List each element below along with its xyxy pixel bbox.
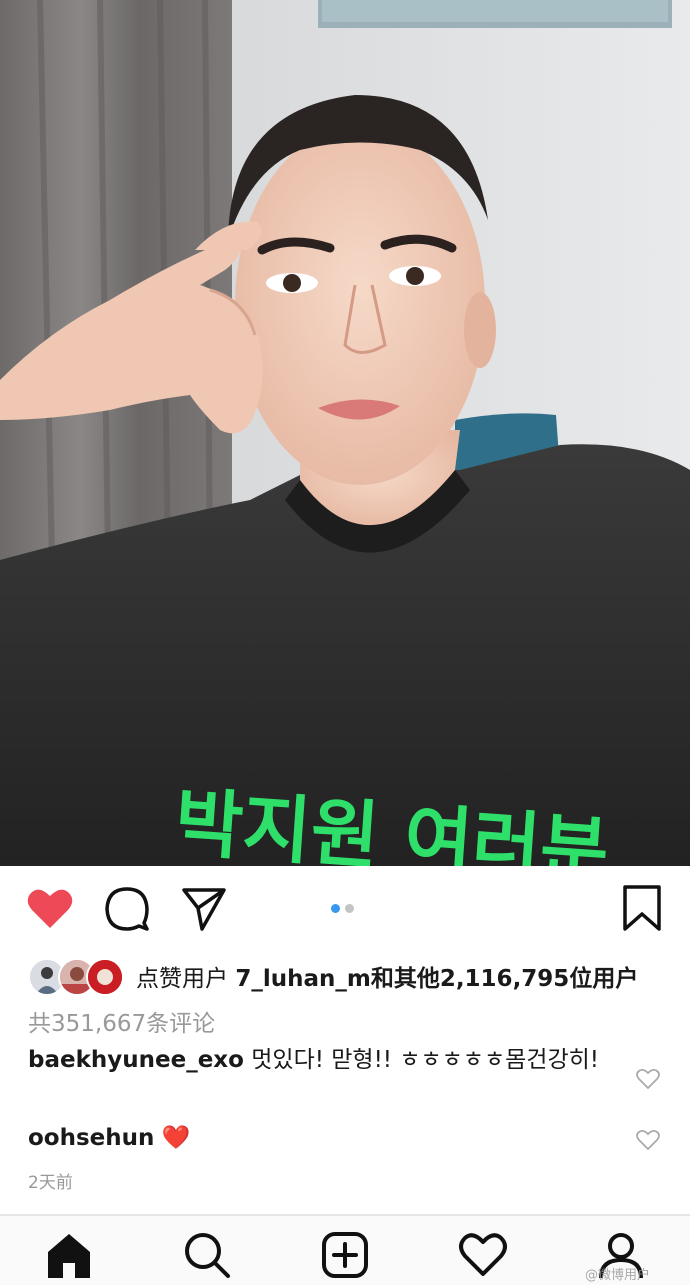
comment-text: ❤️ <box>154 1125 191 1151</box>
comment-like-icon[interactable] <box>636 1129 660 1151</box>
carousel-dot-active <box>331 904 340 913</box>
likes-row[interactable]: 点赞用户 7_luhan_m和其他2,116,795位用户 <box>28 956 638 996</box>
search-icon[interactable] <box>182 1230 232 1280</box>
bottom-navigation: @微博用户 <box>0 1214 690 1285</box>
comment-item: baekhyunee_exo 멋있다! 맏형!! ㅎㅎㅎㅎㅎ몸건강히! <box>28 1043 608 1077</box>
comment-username[interactable]: baekhyunee_exo <box>28 1047 244 1073</box>
liker-avatars <box>28 958 124 996</box>
comment-username[interactable]: oohsehun <box>28 1125 154 1151</box>
instagram-post-screen: 박지원 여러분 点赞用户 7_luhan_m和其他2,116,795位用户 共3… <box>0 0 690 1285</box>
post-photo[interactable]: 박지원 여러분 <box>0 0 690 866</box>
likes-prefix: 点赞用户 <box>136 966 236 992</box>
heart-filled-icon[interactable] <box>26 886 74 930</box>
comment-text: 멋있다! 맏형!! ㅎㅎㅎㅎㅎ몸건강히! <box>243 1047 599 1073</box>
comment-like-icon[interactable] <box>636 1068 660 1090</box>
likes-summary: 点赞用户 7_luhan_m和其他2,116,795位用户 <box>136 959 638 993</box>
likes-suffix: 位用户 <box>569 966 639 992</box>
post-timestamp: 2天前 <box>28 1173 73 1193</box>
comment-bubble-icon[interactable] <box>104 886 150 932</box>
add-post-icon[interactable] <box>320 1230 370 1280</box>
likes-connector: 和其他 <box>370 966 440 992</box>
selfie-illustration: 박지원 여러분 <box>0 0 690 866</box>
comment-item: oohsehun ❤️ <box>28 1121 608 1155</box>
home-icon[interactable] <box>44 1230 94 1280</box>
weibo-watermark: @微博用户 <box>584 1268 650 1283</box>
avatar <box>86 958 124 996</box>
carousel-dot <box>345 904 354 913</box>
likes-count[interactable]: 2,116,795 <box>440 966 570 992</box>
liker-username[interactable]: 7_luhan_m <box>235 966 371 992</box>
post-action-bar <box>0 866 690 954</box>
activity-heart-icon[interactable] <box>458 1230 508 1280</box>
carousel-indicator <box>331 904 354 913</box>
view-all-comments[interactable]: 共351,667条评论 <box>28 1004 215 1038</box>
paper-plane-icon[interactable] <box>180 886 228 932</box>
bookmark-icon[interactable] <box>622 884 662 932</box>
